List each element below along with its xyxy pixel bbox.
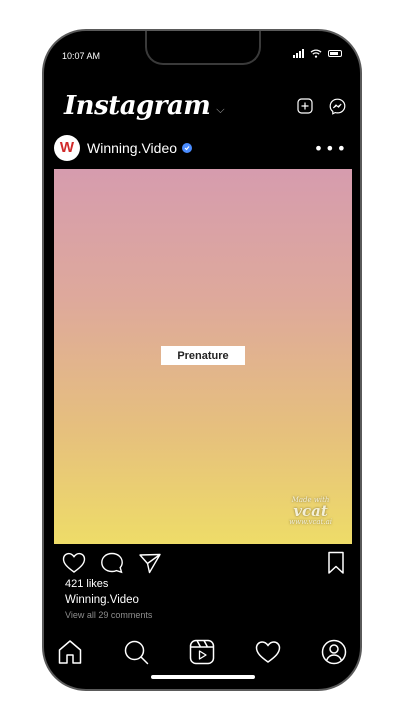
- vcat-watermark: Made with vcat www.vcat.ai: [289, 496, 332, 526]
- messenger-icon[interactable]: [328, 97, 346, 115]
- home-indicator[interactable]: [151, 675, 255, 679]
- media-text-overlay: Prenature: [161, 346, 245, 365]
- post-media[interactable]: Prenature Made with vcat www.vcat.ai: [54, 169, 352, 544]
- heart-icon[interactable]: [62, 552, 86, 574]
- new-post-icon[interactable]: [296, 97, 314, 115]
- more-options-button[interactable]: •••: [314, 139, 348, 158]
- home-icon[interactable]: [56, 638, 84, 666]
- avatar-logo: W: [59, 138, 75, 156]
- caption-username[interactable]: Winning.Video: [65, 594, 139, 606]
- search-icon[interactable]: [122, 638, 150, 666]
- wifi-icon: [310, 49, 322, 58]
- post-header: W Winning.Video •••: [54, 133, 348, 163]
- verified-badge-icon: [182, 143, 193, 153]
- chevron-down-icon[interactable]: ⌵: [216, 103, 224, 117]
- view-comments-link[interactable]: View all 29 comments: [65, 610, 152, 620]
- likes-count[interactable]: 421 likes: [65, 578, 108, 590]
- status-time: 10:07 AM: [62, 51, 101, 61]
- phone-frame: 10:07 AM Instagram ⌵ W Winning.Video •••…: [42, 29, 362, 691]
- bottom-tab-bar: [56, 635, 348, 669]
- status-icons: [293, 49, 342, 58]
- post-username[interactable]: Winning.Video: [87, 140, 177, 156]
- phone-notch: [145, 31, 261, 65]
- profile-icon[interactable]: [320, 638, 348, 666]
- bookmark-icon[interactable]: [326, 551, 346, 575]
- signal-icon: [293, 49, 304, 58]
- activity-icon[interactable]: [254, 638, 282, 666]
- reels-icon[interactable]: [188, 638, 216, 666]
- instagram-logo[interactable]: Instagram: [64, 91, 211, 121]
- avatar[interactable]: W: [54, 135, 80, 161]
- post-actions: [62, 549, 346, 577]
- comment-icon[interactable]: [100, 552, 124, 574]
- app-header: Instagram ⌵: [64, 89, 346, 123]
- share-icon[interactable]: [138, 552, 162, 574]
- battery-icon: [328, 50, 342, 57]
